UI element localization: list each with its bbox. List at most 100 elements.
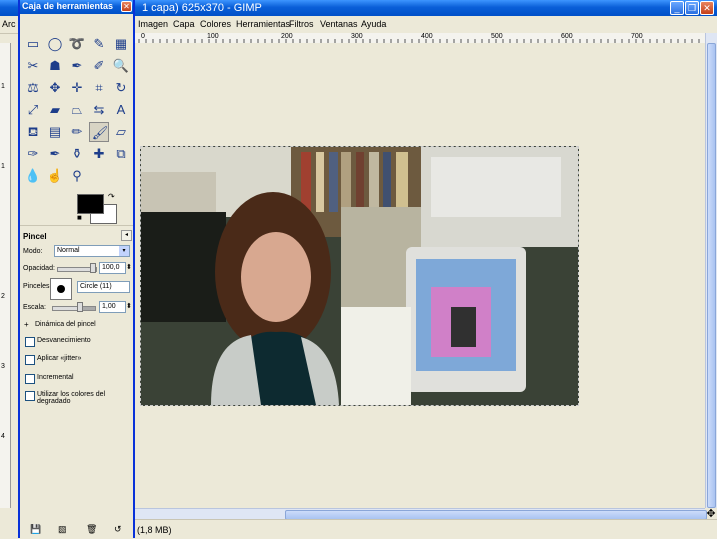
blur-icon: 💧 bbox=[24, 168, 42, 183]
menu-ventanas[interactable]: Ventanas bbox=[320, 19, 358, 29]
tool-button-blur[interactable]: 💧 bbox=[23, 166, 43, 186]
incremental-checkbox[interactable] bbox=[25, 374, 35, 384]
tool-button-paths[interactable]: ✒ bbox=[67, 56, 87, 76]
gradient-colors-checkbox[interactable] bbox=[25, 391, 35, 401]
tool-button-move[interactable]: ✥ bbox=[45, 78, 65, 98]
tool-button-rotate[interactable]: ↻ bbox=[111, 78, 131, 98]
foreground-select-icon: ☗ bbox=[49, 58, 61, 73]
tool-button-free-select[interactable]: ➰ bbox=[67, 34, 87, 54]
tool-button-scale[interactable]: ⤢ bbox=[23, 100, 43, 120]
tool-button-zoom[interactable]: 🔍 bbox=[111, 56, 131, 76]
delete-options-icon[interactable]: 🗑 bbox=[86, 524, 97, 534]
menu-archivo-fragment[interactable]: Arc bbox=[2, 19, 16, 29]
vertical-ruler[interactable]: 1 1 2 3 4 bbox=[0, 43, 11, 508]
scale-spin[interactable]: 1,00 bbox=[99, 301, 126, 313]
restore-options-icon[interactable]: ▧ bbox=[58, 524, 68, 534]
window-title: 1 capa) 625x370 - GIMP bbox=[142, 2, 262, 14]
scale-slider-thumb[interactable] bbox=[77, 302, 83, 312]
tool-button-rect-select[interactable]: ▭ bbox=[23, 34, 43, 54]
brush-name: Circle (11) bbox=[80, 283, 112, 290]
clone-icon: ⚱ bbox=[71, 146, 83, 161]
free-select-icon: ➰ bbox=[68, 36, 86, 51]
tool-button-align[interactable]: ✛ bbox=[67, 78, 87, 98]
opacity-spin[interactable]: 100,0 bbox=[99, 262, 126, 274]
toolbox-titlebar[interactable]: Caja de herramientas ✕ bbox=[20, 0, 133, 14]
maximize-button[interactable]: ❐ bbox=[685, 1, 699, 15]
tool-button-pencil[interactable]: ✏ bbox=[67, 122, 87, 142]
tool-button-shear[interactable]: ▰ bbox=[45, 100, 65, 120]
vertical-scroll-thumb[interactable] bbox=[707, 43, 716, 508]
save-options-icon[interactable]: 💾 bbox=[30, 524, 41, 534]
jitter-label: Aplicar «jitter» bbox=[37, 355, 82, 362]
ruler-label: 700 bbox=[631, 33, 643, 40]
zoom-icon: 🔍 bbox=[112, 58, 130, 73]
tool-button-smudge[interactable]: ☝ bbox=[45, 166, 65, 186]
tool-button-airbrush[interactable]: ✑ bbox=[23, 144, 43, 164]
tool-button-paintbrush[interactable]: 🖌 bbox=[89, 122, 109, 142]
tool-button-fuzzy-select[interactable]: ✎ bbox=[89, 34, 109, 54]
vertical-scrollbar[interactable] bbox=[705, 33, 717, 508]
spin-arrows-icon[interactable]: ⬍ bbox=[126, 302, 132, 310]
tool-button-text[interactable]: A bbox=[111, 100, 131, 120]
tool-button-foreground-select[interactable]: ☗ bbox=[45, 56, 65, 76]
dynamics-expander[interactable]: Dinámica del pincel bbox=[35, 321, 96, 328]
brush-preview[interactable] bbox=[50, 278, 72, 300]
tool-button-color-picker[interactable]: ✐ bbox=[89, 56, 109, 76]
tool-button-measure[interactable]: ⚖ bbox=[23, 78, 43, 98]
smudge-icon: ☝ bbox=[46, 168, 64, 183]
menu-imagen[interactable]: Imagen bbox=[138, 19, 168, 29]
ruler-label: 200 bbox=[281, 33, 293, 40]
tool-options-menu-icon[interactable]: ◂ bbox=[121, 230, 132, 241]
scale-icon: ⤢ bbox=[27, 102, 39, 117]
menu-herramientas[interactable]: Herramientas bbox=[236, 19, 290, 29]
menu-colores[interactable]: Colores bbox=[200, 19, 231, 29]
tool-button-perspective-clone[interactable]: ⧉ bbox=[111, 144, 131, 164]
scale-slider[interactable] bbox=[52, 306, 96, 311]
opacity-slider-thumb[interactable] bbox=[90, 263, 96, 273]
minimize-button[interactable]: _ bbox=[670, 1, 684, 15]
fade-checkbox[interactable] bbox=[25, 337, 35, 347]
spin-arrows-icon[interactable]: ⬍ bbox=[126, 263, 132, 271]
incremental-label: Incremental bbox=[37, 374, 74, 381]
ellipse-select-icon: ◯ bbox=[47, 36, 63, 51]
expander-plus-icon[interactable]: + bbox=[24, 320, 29, 329]
fade-label: Desvanecimiento bbox=[37, 337, 91, 344]
opacity-label: Opacidad: bbox=[23, 265, 55, 272]
reset-options-icon[interactable]: ↺ bbox=[114, 524, 124, 534]
tool-button-dodge-burn[interactable]: ⚲ bbox=[67, 166, 87, 186]
close-button[interactable]: ✕ bbox=[700, 1, 714, 15]
perspective-icon: ⏢ bbox=[71, 102, 83, 117]
tool-button-clone[interactable]: ⚱ bbox=[67, 144, 87, 164]
pencil-icon: ✏ bbox=[71, 124, 83, 139]
swap-colors-icon[interactable]: ↷ bbox=[108, 192, 115, 201]
tool-button-blend[interactable]: ▤ bbox=[45, 122, 65, 142]
brush-name-field[interactable]: Circle (11) bbox=[77, 281, 130, 293]
default-colors-icon[interactable]: ■ bbox=[77, 213, 82, 222]
tool-button-flip[interactable]: ⇆ bbox=[89, 100, 109, 120]
menu-filtros[interactable]: Filtros bbox=[289, 19, 314, 29]
tool-button-crop[interactable]: ⌗ bbox=[89, 78, 109, 98]
jitter-checkbox[interactable] bbox=[25, 355, 35, 365]
mode-select[interactable]: Normal ▾ bbox=[54, 245, 130, 257]
tool-button-color-select[interactable]: ▦ bbox=[111, 34, 131, 54]
toolbox-footer: 💾 ▧ 🗑 ↺ bbox=[20, 520, 133, 536]
tool-button-bucket-fill[interactable]: ⛾ bbox=[23, 122, 43, 142]
toolbox-close-button[interactable]: ✕ bbox=[121, 1, 132, 12]
fuzzy-select-icon: ✎ bbox=[93, 36, 105, 51]
tool-button-heal[interactable]: ✚ bbox=[89, 144, 109, 164]
tool-button-scissors[interactable]: ✂ bbox=[23, 56, 43, 76]
ruler-ticks bbox=[138, 39, 700, 43]
menu-ayuda[interactable]: Ayuda bbox=[361, 19, 386, 29]
ruler-label: 100 bbox=[207, 33, 219, 40]
tool-button-eraser[interactable]: ▱ bbox=[111, 122, 131, 142]
tool-button-ellipse-select[interactable]: ◯ bbox=[45, 34, 65, 54]
tool-button-ink[interactable]: ✒ bbox=[45, 144, 65, 164]
toolbox-window: Caja de herramientas ✕ ▭ ◯ ➰ ✎ ▦ ✂ ☗ ✒ ✐ 🔍 ⚖ ✥ ✛ ⌗ ↻ ⤢ ▰… bbox=[18, 0, 135, 538]
ruler-label: 600 bbox=[561, 33, 573, 40]
tool-button-perspective[interactable]: ⏢ bbox=[67, 100, 87, 120]
menu-capa[interactable]: Capa bbox=[173, 19, 195, 29]
foreground-color-front[interactable] bbox=[77, 194, 104, 214]
image-canvas[interactable] bbox=[140, 146, 579, 406]
bucket-fill-icon: ⛾ bbox=[27, 124, 39, 139]
mode-value: Normal bbox=[57, 247, 80, 254]
